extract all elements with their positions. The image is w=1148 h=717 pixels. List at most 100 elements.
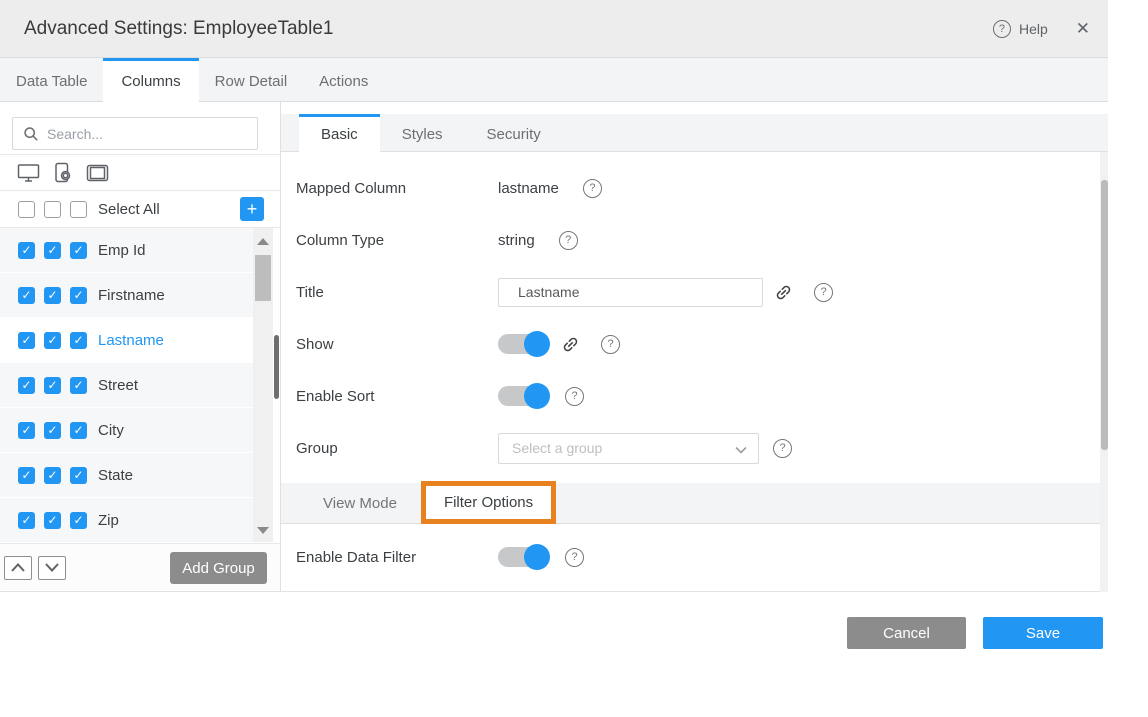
scroll-down-icon[interactable]	[257, 527, 269, 534]
desktop-checkbox[interactable]	[18, 512, 35, 529]
desktop-icon[interactable]	[17, 163, 40, 183]
tab-filter-options[interactable]: Filter Options	[421, 481, 556, 524]
help-label: Help	[1019, 21, 1048, 37]
tablet-checkbox[interactable]	[70, 242, 87, 259]
scroll-up-icon[interactable]	[257, 238, 269, 245]
add-group-button[interactable]: Add Group	[170, 552, 267, 584]
phone-checkbox[interactable]	[44, 422, 61, 439]
field-mapped-column: Mapped Column lastname ?	[281, 162, 1108, 214]
field-group: Group Select a group ?	[281, 422, 1108, 474]
column-label: Street	[98, 377, 138, 394]
tablet-checkbox[interactable]	[70, 332, 87, 349]
select-all-tablet-checkbox[interactable]	[70, 201, 87, 218]
help-icon[interactable]: ?	[559, 231, 578, 250]
help-icon[interactable]: ?	[565, 548, 584, 567]
desktop-checkbox[interactable]	[18, 467, 35, 484]
phone-checkbox[interactable]	[44, 242, 61, 259]
help-icon: ?	[993, 20, 1011, 38]
column-label: Lastname	[98, 332, 164, 349]
search-input[interactable]	[47, 126, 247, 142]
tab-columns[interactable]: Columns	[103, 58, 198, 102]
column-row-state[interactable]: State	[0, 453, 253, 498]
mapped-column-value: lastname	[498, 180, 559, 197]
show-toggle[interactable]	[498, 331, 550, 357]
group-select-placeholder: Select a group	[512, 440, 602, 456]
phone-checkbox[interactable]	[44, 467, 61, 484]
column-row-firstname[interactable]: Firstname	[0, 273, 253, 318]
field-label: Show	[296, 336, 498, 353]
select-all-desktop-checkbox[interactable]	[18, 201, 35, 218]
help-icon[interactable]: ?	[583, 179, 602, 198]
close-icon[interactable]: ✕	[1076, 20, 1090, 37]
phone-checkbox[interactable]	[44, 512, 61, 529]
link-icon[interactable]	[774, 283, 793, 302]
tab-security[interactable]: Security	[465, 114, 563, 151]
column-row-zip[interactable]: Zip	[0, 498, 253, 543]
cancel-button[interactable]: Cancel	[847, 617, 966, 649]
field-label: Column Type	[296, 232, 498, 249]
column-row-street[interactable]: Street	[0, 363, 253, 408]
main-scrollbar-thumb[interactable]	[1101, 180, 1108, 450]
desktop-checkbox[interactable]	[18, 422, 35, 439]
dialog-content: Select All + Emp Id Firstname	[0, 102, 1108, 592]
basic-fields: Mapped Column lastname ? Column Type str…	[281, 152, 1108, 474]
field-label: Enable Data Filter	[296, 549, 498, 566]
column-row-emp-id[interactable]: Emp Id	[0, 228, 253, 273]
sidebar-scrollbar-thumb[interactable]	[274, 335, 279, 399]
column-label: Emp Id	[98, 242, 146, 259]
settings-tabbar: Basic Styles Security	[281, 114, 1108, 152]
phone-icon[interactable]	[53, 162, 73, 183]
tablet-checkbox[interactable]	[70, 467, 87, 484]
tab-view-mode[interactable]: View Mode	[299, 483, 421, 523]
help-icon[interactable]: ?	[601, 335, 620, 354]
enable-sort-toggle[interactable]	[498, 383, 550, 409]
tab-data-table[interactable]: Data Table	[0, 58, 103, 101]
field-title: Title ?	[281, 266, 1108, 318]
tablet-checkbox[interactable]	[70, 512, 87, 529]
phone-checkbox[interactable]	[44, 377, 61, 394]
phone-checkbox[interactable]	[44, 332, 61, 349]
field-enable-sort: Enable Sort ?	[281, 370, 1108, 422]
desktop-checkbox[interactable]	[18, 287, 35, 304]
desktop-checkbox[interactable]	[18, 242, 35, 259]
field-column-type: Column Type string ?	[281, 214, 1108, 266]
link-icon[interactable]	[561, 335, 580, 354]
tab-actions[interactable]: Actions	[303, 58, 384, 101]
desktop-checkbox[interactable]	[18, 332, 35, 349]
device-toggle-row	[0, 155, 280, 191]
add-column-button[interactable]: +	[240, 197, 264, 221]
main-scrollbar[interactable]	[1100, 152, 1108, 592]
help-icon[interactable]: ?	[773, 439, 792, 458]
field-label: Mapped Column	[296, 180, 498, 197]
sidebar-footer: Add Group	[0, 543, 280, 591]
enable-data-filter-toggle[interactable]	[498, 544, 550, 570]
list-scrollbar-thumb[interactable]	[255, 255, 271, 301]
tab-row-detail[interactable]: Row Detail	[199, 58, 304, 101]
save-button[interactable]: Save	[983, 617, 1103, 649]
move-down-button[interactable]	[38, 556, 66, 580]
title-input[interactable]	[498, 278, 763, 307]
move-up-button[interactable]	[4, 556, 32, 580]
tab-basic[interactable]: Basic	[299, 114, 380, 152]
column-settings-panel: Basic Styles Security Mapped Column last…	[281, 102, 1108, 591]
tablet-checkbox[interactable]	[70, 287, 87, 304]
desktop-checkbox[interactable]	[18, 377, 35, 394]
help-icon[interactable]: ?	[814, 283, 833, 302]
tablet-icon[interactable]	[86, 164, 109, 182]
group-select[interactable]: Select a group	[498, 433, 759, 464]
tablet-checkbox[interactable]	[70, 377, 87, 394]
column-label: Firstname	[98, 287, 165, 304]
tab-styles[interactable]: Styles	[380, 114, 465, 151]
column-label: City	[98, 422, 124, 439]
search-area	[0, 102, 280, 155]
help-icon[interactable]: ?	[565, 387, 584, 406]
help-button[interactable]: ? Help	[993, 20, 1048, 38]
column-list: Emp Id Firstname Lastname	[0, 228, 280, 543]
phone-checkbox[interactable]	[44, 287, 61, 304]
list-scrollbar[interactable]	[253, 228, 273, 542]
select-all-phone-checkbox[interactable]	[44, 201, 61, 218]
chevron-down-icon	[735, 446, 747, 454]
tablet-checkbox[interactable]	[70, 422, 87, 439]
column-row-lastname[interactable]: Lastname	[0, 318, 253, 363]
column-row-city[interactable]: City	[0, 408, 253, 453]
